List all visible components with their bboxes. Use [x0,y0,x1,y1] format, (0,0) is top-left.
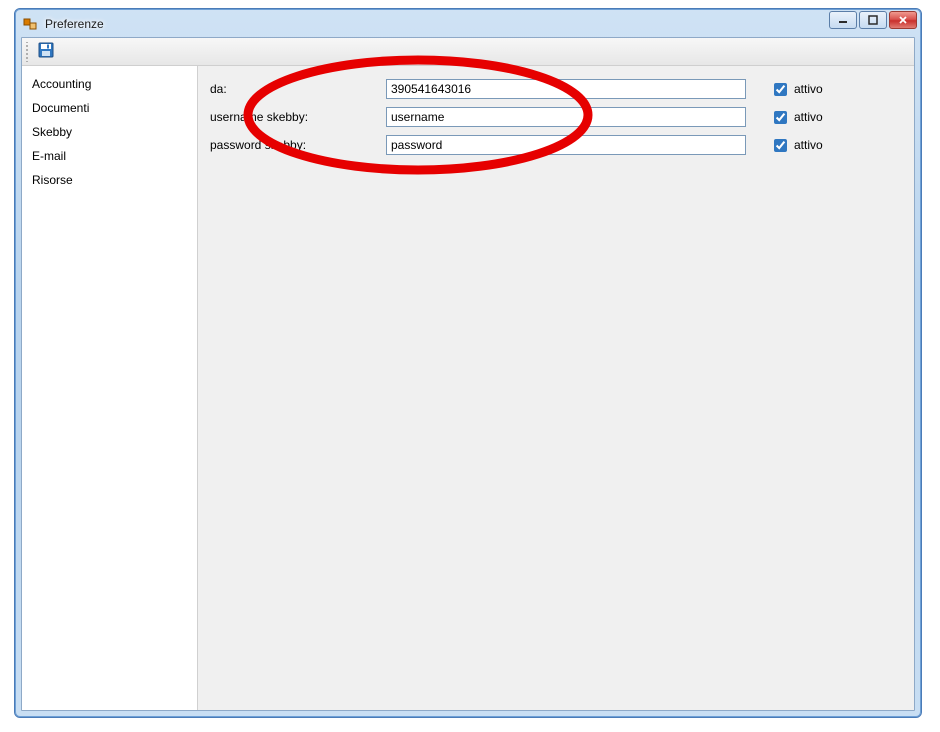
input-username[interactable] [386,107,746,127]
window-controls [829,11,917,29]
close-button[interactable] [889,11,917,29]
label-username: username skebby: [210,110,386,124]
app-icon [23,16,39,32]
sidebar: Accounting Documenti Skebby E-mail Risor… [22,66,198,710]
save-button[interactable] [34,40,58,64]
window-frame: Preferenze [14,8,922,718]
toolbar [22,38,914,66]
sidebar-item-accounting[interactable]: Accounting [22,72,197,96]
toolbar-grip [24,42,30,62]
maximize-button[interactable] [859,11,887,29]
sidebar-item-email[interactable]: E-mail [22,144,197,168]
active-label: attivo [794,110,823,124]
active-checkbox-wrap[interactable]: attivo [770,108,823,127]
active-checkbox-password[interactable] [774,139,787,152]
sidebar-item-documenti[interactable]: Documenti [22,96,197,120]
active-checkbox-wrap[interactable]: attivo [770,136,823,155]
save-icon [38,42,54,61]
active-checkbox-wrap[interactable]: attivo [770,80,823,99]
form-row-password: password skebby: attivo [210,132,902,158]
sidebar-item-skebby[interactable]: Skebby [22,120,197,144]
input-password[interactable] [386,135,746,155]
body: Accounting Documenti Skebby E-mail Risor… [22,66,914,710]
titlebar[interactable]: Preferenze [21,15,915,37]
content-pane: da: attivo username skebby: attivo [198,66,914,710]
active-checkbox-da[interactable] [774,83,787,96]
label-da: da: [210,82,386,96]
sidebar-item-label: Documenti [32,101,89,115]
label-password: password skebby: [210,138,386,152]
sidebar-item-label: Accounting [32,77,91,91]
active-label: attivo [794,138,823,152]
form-row-da: da: attivo [210,76,902,102]
active-label: attivo [794,82,823,96]
form-row-username: username skebby: attivo [210,104,902,130]
active-checkbox-username[interactable] [774,111,787,124]
window-title: Preferenze [45,17,104,31]
input-da[interactable] [386,79,746,99]
sidebar-item-label: Skebby [32,125,72,139]
sidebar-item-risorse[interactable]: Risorse [22,168,197,192]
sidebar-item-label: Risorse [32,173,73,187]
sidebar-item-label: E-mail [32,149,66,163]
client-area: Accounting Documenti Skebby E-mail Risor… [21,37,915,711]
minimize-button[interactable] [829,11,857,29]
